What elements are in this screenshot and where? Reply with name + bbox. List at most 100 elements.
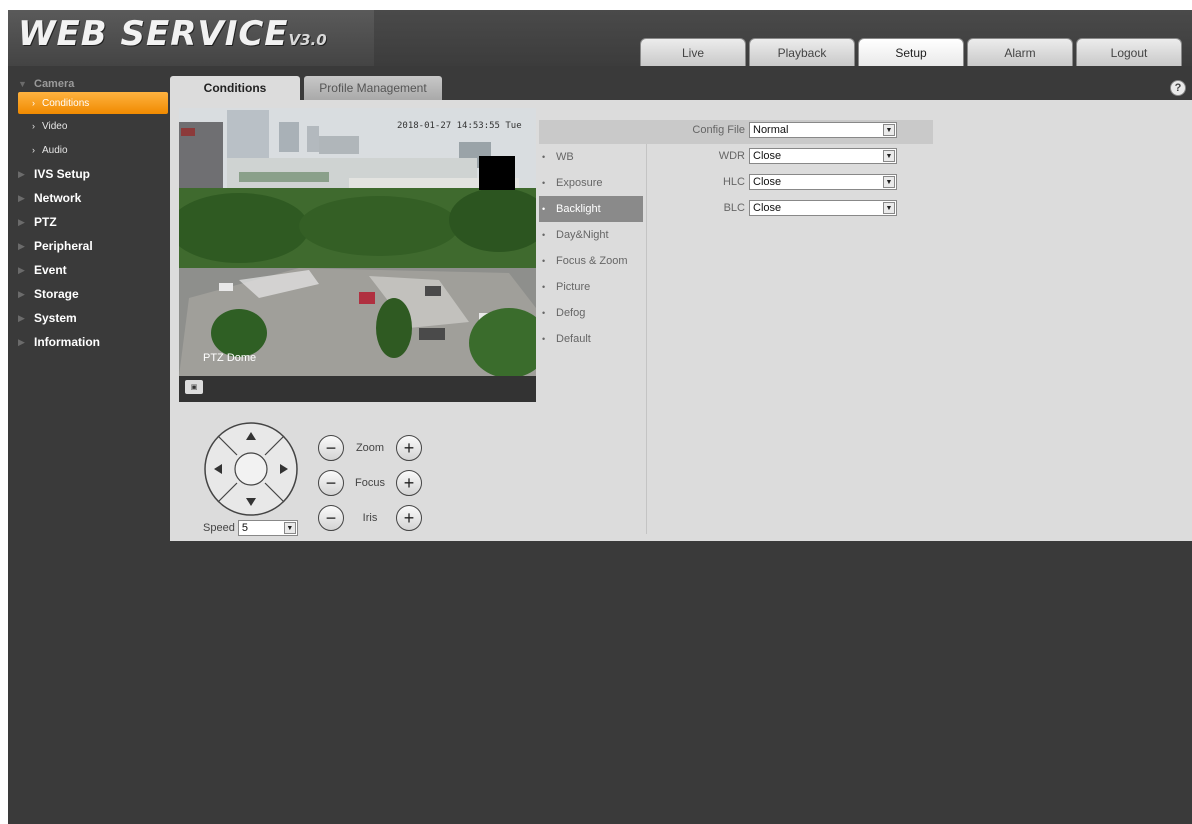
logo-area: WEB SERVICEV3.0 — [8, 10, 374, 66]
submenu-item-label: Defog — [556, 307, 586, 319]
submenu-item-label: Focus & Zoom — [556, 255, 628, 267]
logo-version: V3.0 — [288, 31, 327, 49]
video-preview: 2018-01-27 14:53:55 Tue PTZ Dome — [179, 108, 536, 376]
header: WEB SERVICEV3.0 Live Playback Setup Alar… — [8, 10, 1192, 66]
submenu-item-backlight[interactable]: • Backlight — [539, 196, 643, 222]
nav-tab-alarm[interactable]: Alarm — [967, 38, 1073, 66]
speed-control: Speed 5 ▼ — [203, 520, 298, 536]
snapshot-icon[interactable]: ▣ — [185, 380, 203, 394]
chevron-down-icon[interactable]: ▼ — [883, 202, 895, 214]
nav-tab-setup[interactable]: Setup — [858, 38, 964, 66]
sidebar-item-label: PTZ — [34, 215, 57, 229]
sidebar-item-label: Conditions — [42, 97, 90, 109]
sidebar-item-network[interactable]: ▶ Network — [8, 186, 168, 210]
config-file-row: Config File Normal ▼ — [623, 122, 897, 138]
collapsed-arrow-icon: ▶ — [18, 192, 25, 203]
sidebar-item-storage[interactable]: ▶ Storage — [8, 282, 168, 306]
chevron-down-icon[interactable]: ▼ — [883, 176, 895, 188]
logo: WEB SERVICEV3.0 — [18, 14, 327, 54]
config-file-value: Normal — [753, 124, 789, 136]
expanded-arrow-icon: ▼ — [18, 79, 27, 89]
blc-row: BLC Close ▼ — [623, 200, 897, 216]
sidebar-item-label: IVS Setup — [34, 167, 91, 181]
sidebar-item-label: System — [34, 311, 77, 325]
sidebar-item-label: Network — [34, 191, 82, 205]
chevron-down-icon[interactable]: ▼ — [283, 522, 296, 534]
speed-select[interactable]: 5 ▼ — [237, 520, 298, 536]
bullet-icon: • — [542, 230, 546, 240]
hlc-select[interactable]: Close ▼ — [749, 174, 897, 190]
blc-select[interactable]: Close ▼ — [749, 200, 897, 216]
submenu-item-picture[interactable]: • Picture — [539, 274, 643, 300]
nav-tab-live[interactable]: Live — [640, 38, 746, 66]
chevron-down-icon[interactable]: ▼ — [883, 124, 895, 136]
submenu-item-label: Exposure — [556, 177, 603, 189]
zoom-in-button[interactable]: + — [396, 434, 422, 461]
sidebar-item-ptz[interactable]: ▶ PTZ — [8, 210, 168, 234]
bullet-icon: • — [542, 334, 546, 344]
collapsed-arrow-icon: ▶ — [18, 336, 25, 347]
camera-scene-image — [179, 108, 536, 376]
sidebar-item-label: Storage — [34, 287, 79, 301]
sidebar-item-camera[interactable]: ▼ Camera — [8, 76, 168, 92]
speed-value: 5 — [241, 522, 248, 534]
tab-profile-management[interactable]: Profile Management — [304, 76, 442, 100]
sidebar-subitem-audio[interactable]: › Audio — [8, 138, 168, 162]
focus-row: − Focus + — [318, 465, 422, 500]
nav-tab-logout[interactable]: Logout — [1076, 38, 1182, 66]
bullet-icon: • — [542, 178, 546, 188]
focus-label: Focus — [355, 476, 385, 489]
hlc-row: HLC Close ▼ — [623, 174, 897, 190]
sidebar-item-system[interactable]: ▶ System — [8, 306, 168, 330]
submenu-item-default[interactable]: • Default — [539, 326, 643, 352]
help-icon[interactable]: ? — [1170, 80, 1186, 96]
chevron-down-icon[interactable]: ▼ — [883, 150, 895, 162]
video-toolbar: ▣ — [179, 376, 536, 402]
lens-controls: − Zoom + − Focus + − Iris + — [318, 430, 422, 535]
logo-text: WEB SERVICE — [18, 14, 289, 54]
focus-plus-button[interactable]: + — [396, 469, 422, 496]
tab-conditions[interactable]: Conditions — [170, 76, 300, 100]
sidebar-item-label: Audio — [42, 144, 68, 156]
sidebar-item-ivs-setup[interactable]: ▶ IVS Setup — [8, 162, 168, 186]
wdr-row: WDR Close ▼ — [623, 148, 897, 164]
focus-minus-button[interactable]: − — [318, 469, 344, 496]
conditions-panel: 2018-01-27 14:53:55 Tue PTZ Dome ▣ − Zoo… — [170, 100, 1192, 541]
wdr-value: Close — [753, 150, 782, 162]
submenu-item-label: Picture — [556, 281, 591, 293]
sidebar-item-label: Camera — [34, 78, 75, 90]
ptz-direction-pad — [202, 420, 300, 518]
sidebar-item-peripheral[interactable]: ▶ Peripheral — [8, 234, 168, 258]
submenu-item-focus-zoom[interactable]: • Focus & Zoom — [539, 248, 643, 274]
sidebar-item-event[interactable]: ▶ Event — [8, 258, 168, 282]
submenu-item-wb[interactable]: • WB — [539, 144, 643, 170]
iris-plus-button[interactable]: + — [396, 504, 422, 531]
bullet-icon: • — [542, 204, 546, 214]
submenu-item-day-night[interactable]: • Day&Night — [539, 222, 643, 248]
conditions-submenu: • WB • Exposure • Backlight • Day&Night • Foc… — [539, 144, 643, 352]
app-window: WEB SERVICEV3.0 Live Playback Setup Alar… — [8, 10, 1192, 824]
bullet-icon: • — [542, 282, 546, 292]
wdr-select[interactable]: Close ▼ — [749, 148, 897, 164]
submenu-item-label: Default — [556, 333, 591, 345]
submenu-item-defog[interactable]: • Defog — [539, 300, 643, 326]
bullet-icon: • — [542, 152, 546, 162]
hlc-value: Close — [753, 176, 782, 188]
iris-label: Iris — [362, 511, 378, 524]
sidebar-item-information[interactable]: ▶ Information — [8, 330, 168, 354]
collapsed-arrow-icon: ▶ — [18, 216, 25, 227]
chevron-right-icon: › — [32, 98, 35, 108]
sidebar-item-label: Video — [42, 120, 68, 132]
chevron-right-icon: › — [32, 145, 35, 155]
ptz-pad-graphic — [204, 422, 298, 516]
zoom-out-button[interactable]: − — [318, 434, 344, 461]
submenu-divider — [646, 144, 647, 534]
config-file-label: Config File — [692, 124, 745, 136]
sidebar: ▼ Camera › Conditions › Video › Audio ▶ IVS S… — [8, 76, 168, 354]
submenu-item-exposure[interactable]: • Exposure — [539, 170, 643, 196]
sidebar-subitem-video[interactable]: › Video — [8, 114, 168, 138]
config-file-select[interactable]: Normal ▼ — [749, 122, 897, 138]
sidebar-subitem-conditions[interactable]: › Conditions — [18, 92, 168, 114]
nav-tab-playback[interactable]: Playback — [749, 38, 855, 66]
iris-minus-button[interactable]: − — [318, 504, 344, 531]
